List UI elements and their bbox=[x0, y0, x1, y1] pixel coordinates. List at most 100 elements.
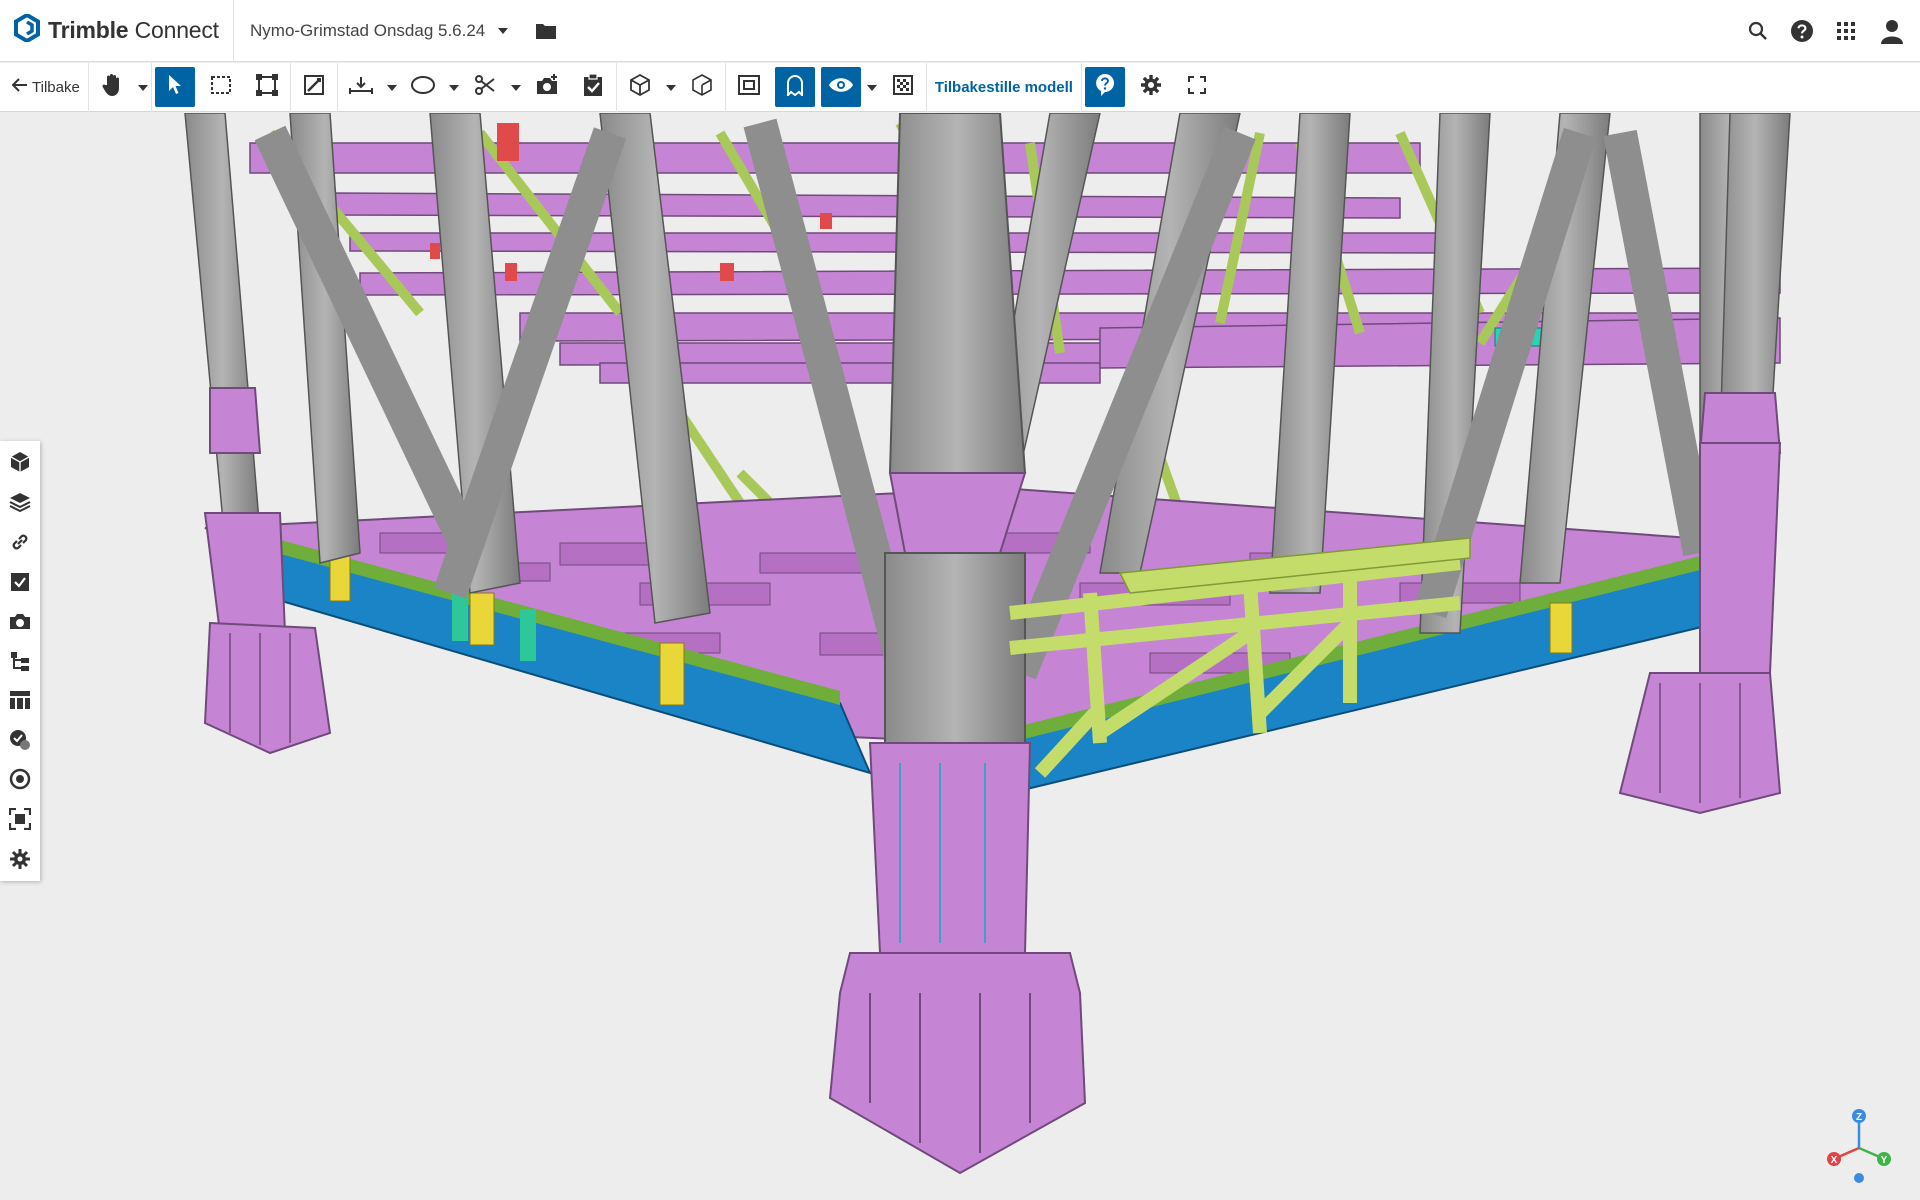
object-groups-button[interactable] bbox=[0, 762, 40, 802]
box-select-button[interactable] bbox=[201, 67, 241, 107]
help-icon[interactable] bbox=[1790, 19, 1814, 43]
table-icon bbox=[9, 690, 31, 715]
bounding-box-icon bbox=[255, 73, 279, 102]
brand-name-strong: Trimble bbox=[48, 17, 129, 43]
help-bubble-icon bbox=[1095, 73, 1115, 102]
measure-tool-button[interactable] bbox=[341, 67, 381, 107]
axis-x-label: X bbox=[1831, 1155, 1838, 1166]
clipboard-check-icon bbox=[582, 72, 604, 102]
gear-icon bbox=[1140, 74, 1162, 101]
chevron-down-icon[interactable] bbox=[497, 27, 509, 35]
arrow-left-icon bbox=[11, 78, 28, 96]
markup-tool-button[interactable] bbox=[294, 67, 334, 107]
add-todo-button[interactable] bbox=[573, 67, 613, 107]
clip-tool-button[interactable] bbox=[465, 67, 505, 107]
isolate-button[interactable] bbox=[883, 67, 923, 107]
toolbar-divider bbox=[336, 62, 338, 112]
properties-table-button[interactable] bbox=[0, 683, 40, 723]
trimble-logo-icon bbox=[14, 12, 40, 47]
top-bar: Trimble Connect Nymo-Grimstad Onsdag 5.6… bbox=[0, 0, 1920, 62]
left-panel-rail bbox=[0, 441, 40, 881]
measure-icon bbox=[348, 75, 374, 100]
user-avatar-icon[interactable] bbox=[1878, 17, 1906, 45]
toolbar-divider bbox=[615, 62, 617, 112]
caret-down-icon bbox=[137, 78, 148, 96]
shape-options-caret[interactable] bbox=[446, 67, 462, 107]
reset-model-button[interactable]: Tilbakestille modell bbox=[927, 63, 1081, 111]
fullscreen-button[interactable] bbox=[1177, 67, 1217, 107]
caret-down-icon bbox=[866, 78, 877, 96]
select-tool-button[interactable] bbox=[154, 67, 195, 107]
cube-icon bbox=[629, 73, 651, 102]
viewer-toolbar: Tilbake Tilbakestille modell bbox=[0, 62, 1920, 112]
apps-grid-icon[interactable] bbox=[1836, 21, 1856, 41]
hand-icon bbox=[101, 73, 123, 102]
axis-y-label: Y bbox=[1881, 1155, 1888, 1166]
caret-down-icon bbox=[448, 78, 459, 96]
ghost-mode-button[interactable] bbox=[774, 67, 815, 107]
links-panel-button[interactable] bbox=[0, 524, 40, 564]
toolbar-divider bbox=[1080, 62, 1082, 112]
viewer-settings-button[interactable] bbox=[1131, 67, 1171, 107]
cube-icon bbox=[10, 451, 30, 478]
brand-name-light: Connect bbox=[128, 17, 219, 43]
measure-options-caret[interactable] bbox=[384, 67, 400, 107]
eye-icon bbox=[828, 76, 854, 99]
box-outline-icon bbox=[691, 73, 713, 102]
layers-panel-button[interactable] bbox=[0, 485, 40, 525]
fullscreen-icon bbox=[1187, 75, 1206, 99]
back-label: Tilbake bbox=[32, 78, 80, 96]
clash-check-icon bbox=[9, 729, 31, 756]
extensions-button[interactable] bbox=[0, 841, 40, 881]
steel-structure-model[interactable] bbox=[0, 113, 1920, 1200]
view-options-caret[interactable] bbox=[663, 67, 679, 107]
organizer-panel-button[interactable] bbox=[0, 643, 40, 683]
visibility-button[interactable] bbox=[820, 67, 861, 107]
caret-down-icon bbox=[665, 78, 676, 96]
scissors-icon bbox=[474, 74, 496, 101]
cloud-shape-icon bbox=[410, 75, 436, 100]
ortho-view-button[interactable] bbox=[682, 67, 722, 107]
project-name: Nymo-Grimstad Onsdag 5.6.24 bbox=[250, 20, 486, 40]
toolbar-divider bbox=[87, 62, 89, 112]
view-cube-button[interactable] bbox=[620, 67, 660, 107]
toolbar-divider bbox=[724, 62, 726, 112]
clash-sets-button[interactable] bbox=[0, 722, 40, 762]
markup-icon bbox=[303, 74, 325, 101]
viewer-help-button[interactable] bbox=[1084, 67, 1125, 107]
toolbar-divider bbox=[289, 62, 291, 112]
camera-icon bbox=[9, 611, 31, 636]
project-selector[interactable]: Nymo-Grimstad Onsdag 5.6.24 bbox=[250, 21, 557, 41]
todos-panel-button[interactable] bbox=[0, 564, 40, 604]
pan-tool-button[interactable] bbox=[92, 67, 132, 107]
render-mode-button[interactable] bbox=[729, 67, 769, 107]
toolbar-divider bbox=[150, 62, 152, 112]
back-button[interactable]: Tilbake bbox=[0, 63, 88, 111]
search-icon[interactable] bbox=[1748, 21, 1768, 41]
folder-icon[interactable] bbox=[535, 22, 557, 40]
axis-z-label: Z bbox=[1856, 1112, 1862, 1123]
checkered-box-icon bbox=[892, 74, 914, 101]
caret-down-icon bbox=[386, 78, 397, 96]
shape-tool-button[interactable] bbox=[403, 67, 443, 107]
caret-down-icon bbox=[510, 78, 521, 96]
fit-selection-button[interactable] bbox=[247, 67, 287, 107]
focus-frame-icon bbox=[8, 807, 32, 835]
dashed-rectangle-icon bbox=[210, 75, 232, 100]
clip-options-caret[interactable] bbox=[508, 67, 524, 107]
zoom-selection-button[interactable] bbox=[0, 802, 40, 842]
brand-logo[interactable]: Trimble Connect bbox=[0, 0, 234, 61]
layers-icon bbox=[9, 492, 31, 517]
top-right-actions bbox=[1748, 17, 1920, 45]
model-viewport[interactable]: Z X Y bbox=[0, 113, 1920, 1200]
axis-triad[interactable]: Z X Y bbox=[1824, 1104, 1894, 1184]
views-panel-button[interactable] bbox=[0, 604, 40, 644]
snapshot-button[interactable] bbox=[527, 67, 567, 107]
visibility-options-caret[interactable] bbox=[864, 67, 880, 107]
layers-frame-icon bbox=[737, 74, 761, 101]
pan-options-caret[interactable] bbox=[135, 67, 151, 107]
camera-plus-icon bbox=[535, 73, 559, 101]
sun-gear-icon bbox=[9, 848, 31, 875]
link-icon bbox=[9, 531, 31, 558]
models-panel-button[interactable] bbox=[0, 445, 40, 485]
